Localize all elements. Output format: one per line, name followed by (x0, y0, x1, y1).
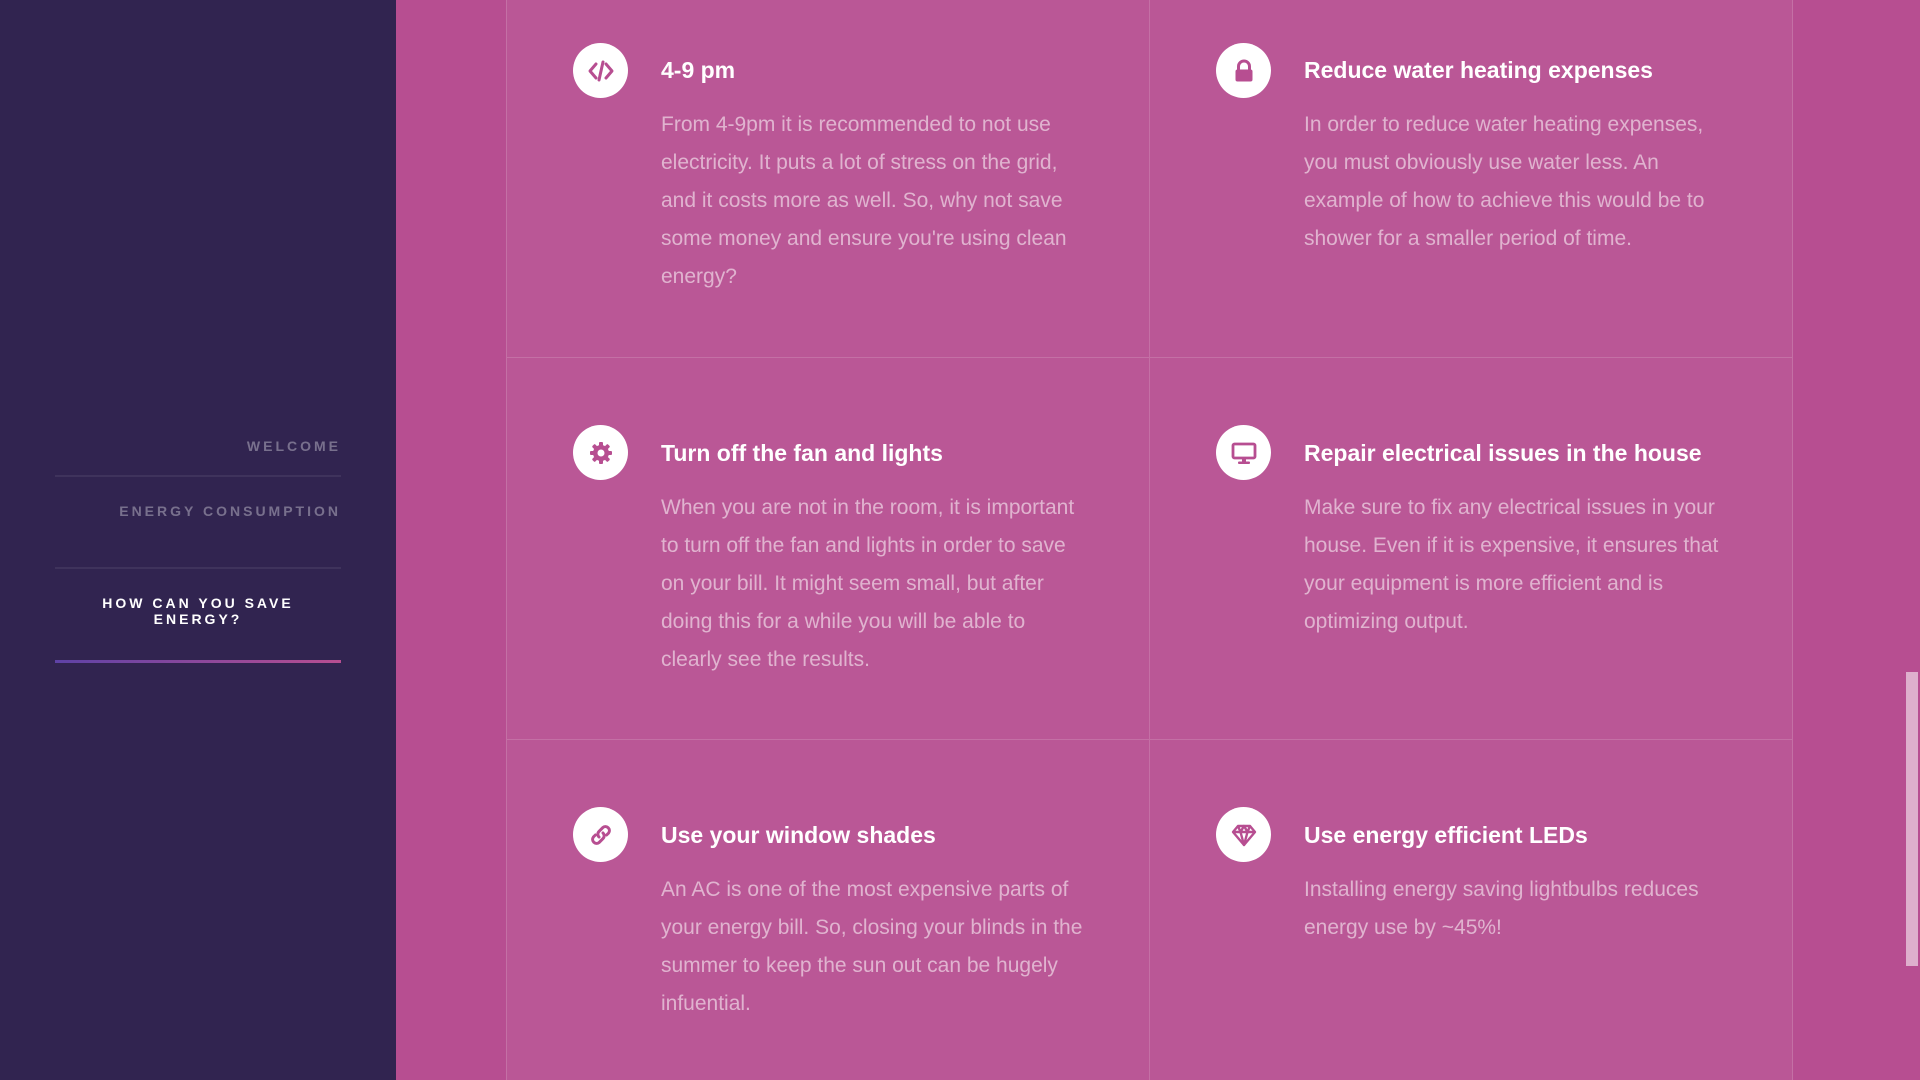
feature-card: Use your window shades An AC is one of t… (506, 740, 1150, 1080)
feature-card: Use energy efficient LEDs Installing ene… (1150, 740, 1793, 1080)
feature-title: 4-9 pm (661, 57, 736, 83)
desktop-icon (1216, 425, 1271, 480)
feature-description: Installing energy saving lightbulbs redu… (1304, 878, 1699, 939)
feature-title: Reduce water heating expenses (1304, 57, 1653, 83)
feature-card: Turn off the fan and lights When you are… (506, 358, 1150, 740)
lock-icon (1216, 43, 1271, 98)
main-content: 4-9 pm From 4-9pm it is recommended to n… (396, 0, 1904, 1080)
feature-card: Repair electrical issues in the house Ma… (1150, 358, 1793, 740)
code-icon (573, 43, 628, 98)
scrollbar-thumb[interactable] (1906, 672, 1918, 966)
feature-card: Reduce water heating expenses In order t… (1150, 0, 1793, 358)
feature-card: 4-9 pm From 4-9pm it is recommended to n… (506, 0, 1150, 358)
sidebar-nav: WELCOME ENERGY CONSUMPTION HOW CAN YOU S… (55, 413, 341, 663)
feature-title: Use energy efficient LEDs (1304, 822, 1588, 848)
feature-title: Repair electrical issues in the house (1304, 440, 1702, 466)
feature-title: Use your window shades (661, 822, 936, 848)
feature-description: In order to reduce water heating expense… (1304, 113, 1705, 250)
nav-item-welcome[interactable]: WELCOME (55, 413, 341, 477)
feature-description: From 4-9pm it is recommended to not use … (661, 113, 1067, 288)
diamond-icon (1216, 807, 1271, 862)
feature-description: When you are not in the room, it is impo… (661, 496, 1075, 671)
features-grid: 4-9 pm From 4-9pm it is recommended to n… (506, 0, 1793, 1080)
nav-item-energy-consumption[interactable]: ENERGY CONSUMPTION (55, 477, 341, 569)
gear-icon (573, 425, 628, 480)
page-scrollbar[interactable] (1904, 0, 1920, 1080)
link-icon (573, 807, 628, 862)
nav-item-how-can-you-save-energy[interactable]: HOW CAN YOU SAVE ENERGY? (55, 569, 341, 663)
feature-description: An AC is one of the most expensive parts… (661, 878, 1083, 1015)
sidebar: WELCOME ENERGY CONSUMPTION HOW CAN YOU S… (0, 0, 396, 1080)
feature-description: Make sure to fix any electrical issues i… (1304, 496, 1719, 633)
feature-title: Turn off the fan and lights (661, 440, 943, 466)
